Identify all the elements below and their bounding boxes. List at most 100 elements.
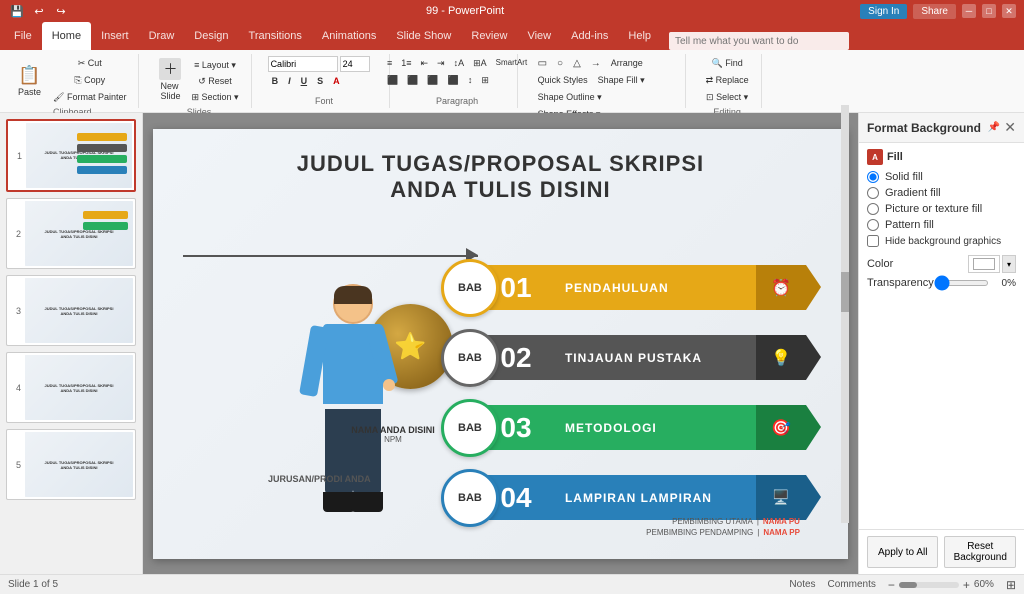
tab-addins[interactable]: Add-ins [561, 22, 618, 50]
comments-button[interactable]: Comments [828, 579, 876, 590]
align-left-button[interactable]: ⬛ [383, 73, 402, 88]
tab-help[interactable]: Help [618, 22, 661, 50]
tab-draw[interactable]: Draw [139, 22, 185, 50]
tab-slideshow[interactable]: Slide Show [386, 22, 461, 50]
minimize-button[interactable]: ─ [962, 4, 976, 18]
shape-fill-button[interactable]: Shape Fill ▾ [594, 73, 649, 88]
pattern-fill-option[interactable]: Pattern fill [867, 219, 1016, 231]
zoom-out-button[interactable]: − [888, 578, 895, 592]
hide-bg-option[interactable]: Hide background graphics [867, 235, 1016, 247]
shape-2[interactable]: ○ [553, 56, 567, 71]
close-button[interactable]: ✕ [1002, 4, 1016, 18]
shape-1[interactable]: ▭ [534, 56, 551, 71]
picture-fill-label: Picture or texture fill [885, 203, 982, 215]
layout-button[interactable]: ≡ Layout ▾ [187, 58, 242, 73]
arrange-button[interactable]: Arrange [607, 56, 647, 71]
color-dropdown-button[interactable]: ▾ [1002, 255, 1016, 273]
font-size-input[interactable] [340, 56, 370, 72]
notes-button[interactable]: Notes [789, 579, 815, 590]
bab-01-circle: BAB [441, 259, 499, 317]
reset-background-button[interactable]: Reset Background [944, 536, 1016, 568]
gradient-fill-option[interactable]: Gradient fill [867, 187, 1016, 199]
italic-button[interactable]: I [284, 74, 295, 88]
reset-button[interactable]: ↺ Reset [187, 74, 242, 89]
tab-insert[interactable]: Insert [91, 22, 139, 50]
tab-home[interactable]: Home [42, 22, 91, 50]
text-direction-button[interactable]: ↕A [450, 56, 469, 71]
search-input[interactable] [669, 32, 849, 50]
hide-bg-checkbox[interactable] [867, 235, 879, 247]
numbering-button[interactable]: 1≡ [397, 56, 415, 71]
gradient-fill-radio[interactable] [867, 187, 879, 199]
shape-4[interactable]: → [587, 56, 605, 71]
zoom-in-button[interactable]: + [963, 578, 970, 592]
save-qat-btn[interactable]: 💾 [8, 2, 26, 20]
indent-inc-button[interactable]: ⇥ [433, 56, 449, 71]
nama-block: NAMA ANDA DISINI NPM [338, 425, 448, 444]
tab-review[interactable]: Review [461, 22, 517, 50]
new-slide-button[interactable]: ＋ NewSlide [155, 56, 185, 103]
panel-close-button[interactable]: ✕ [1004, 119, 1016, 136]
redo-qat-btn[interactable]: ↪ [52, 2, 70, 20]
slide-num-5: 5 [9, 460, 21, 470]
replace-button[interactable]: ⇄ Replace [702, 73, 753, 88]
select-button[interactable]: ⊡ Select ▾ [702, 90, 753, 105]
color-swatch[interactable] [968, 255, 1000, 273]
bullets-button[interactable]: ≡ [383, 56, 396, 71]
bab-03-title: METODOLOGI [565, 421, 657, 435]
align-center-button[interactable]: ⬛ [403, 73, 422, 88]
transparency-slider[interactable] [934, 280, 989, 286]
underline-button[interactable]: U [297, 74, 312, 88]
solid-fill-radio[interactable] [867, 171, 879, 183]
pattern-fill-radio[interactable] [867, 219, 879, 231]
find-button[interactable]: 🔍 Find [702, 56, 753, 71]
slide-thumb-2[interactable]: 2 JUDUL TUGAS/PROPOSAL SKRIPSIANDA TULIS… [6, 198, 136, 269]
align-justify-button[interactable]: ⬛ [444, 73, 463, 88]
align-text-button[interactable]: ⊞A [469, 56, 491, 71]
slide-canvas[interactable]: JUDUL TUGAS/PROPOSAL SKRIPSI ANDA TULIS … [153, 129, 848, 559]
column-button[interactable]: ⊞ [477, 73, 493, 88]
align-right-button[interactable]: ⬛ [423, 73, 442, 88]
tab-file[interactable]: File [4, 22, 42, 50]
indent-dec-button[interactable]: ⇤ [416, 56, 432, 71]
strikethrough-button[interactable]: S [313, 74, 327, 88]
apply-to-all-button[interactable]: Apply to All [867, 536, 939, 568]
undo-qat-btn[interactable]: ↩ [30, 2, 48, 20]
picture-fill-option[interactable]: Picture or texture fill [867, 203, 1016, 215]
shape-3[interactable]: △ [569, 56, 585, 71]
tab-animations[interactable]: Animations [312, 22, 386, 50]
slide-title-block: JUDUL TUGAS/PROPOSAL SKRIPSI ANDA TULIS … [153, 129, 848, 209]
sign-in-button[interactable]: Sign In [860, 4, 907, 19]
font-color-button[interactable]: A [329, 74, 344, 88]
scrollbar-thumb[interactable] [841, 272, 849, 312]
canvas-scrollbar[interactable] [841, 105, 849, 523]
share-button[interactable]: Share [913, 4, 956, 19]
panel-pin-button[interactable]: 📌 [988, 122, 1000, 133]
picture-fill-radio[interactable] [867, 203, 879, 215]
quick-styles-button[interactable]: Quick Styles [534, 73, 592, 88]
solid-fill-option[interactable]: Solid fill [867, 171, 1016, 183]
tab-design[interactable]: Design [184, 22, 238, 50]
format-painter-button[interactable]: 🖌 Format Painter [49, 90, 130, 105]
tab-view[interactable]: View [517, 22, 561, 50]
bold-button[interactable]: B [268, 74, 283, 88]
font-family-input[interactable] [268, 56, 338, 72]
line-spacing-button[interactable]: ↕ [464, 73, 477, 88]
section-button[interactable]: ⊞ Section ▾ [187, 90, 242, 105]
slide-thumb-1[interactable]: 1 JUDUL TUGAS/PROPOSAL SKRIPSIANDA TULIS… [6, 119, 136, 192]
zoom-slider[interactable] [899, 582, 959, 588]
tab-transitions[interactable]: Transitions [239, 22, 312, 50]
restore-button[interactable]: □ [982, 4, 996, 18]
cut-button[interactable]: ✂ Cut [49, 56, 130, 71]
paste-button[interactable]: 📋 Paste [14, 62, 45, 99]
slide-thumb-4[interactable]: 4 JUDUL TUGAS/PROPOSAL SKRIPSIANDA TULIS… [6, 352, 136, 423]
bab-01-title-block: PENDAHULUAN [551, 265, 756, 310]
shape-outline-button[interactable]: Shape Outline ▾ [534, 90, 606, 105]
bab-02-tail [806, 335, 821, 380]
fit-button[interactable]: ⊞ [1006, 578, 1016, 592]
copy-button[interactable]: ⎘ Copy [49, 73, 130, 88]
slide-thumb-3[interactable]: 3 JUDUL TUGAS/PROPOSAL SKRIPSIANDA TULIS… [6, 275, 136, 346]
panel-header: Format Background 📌 ✕ [859, 113, 1024, 143]
clipboard-group: 📋 Paste ✂ Cut ⎘ Copy 🖌 Format Painter Cl… [6, 54, 139, 108]
slide-thumb-5[interactable]: 5 JUDUL TUGAS/PROPOSAL SKRIPSIANDA TULIS… [6, 429, 136, 500]
